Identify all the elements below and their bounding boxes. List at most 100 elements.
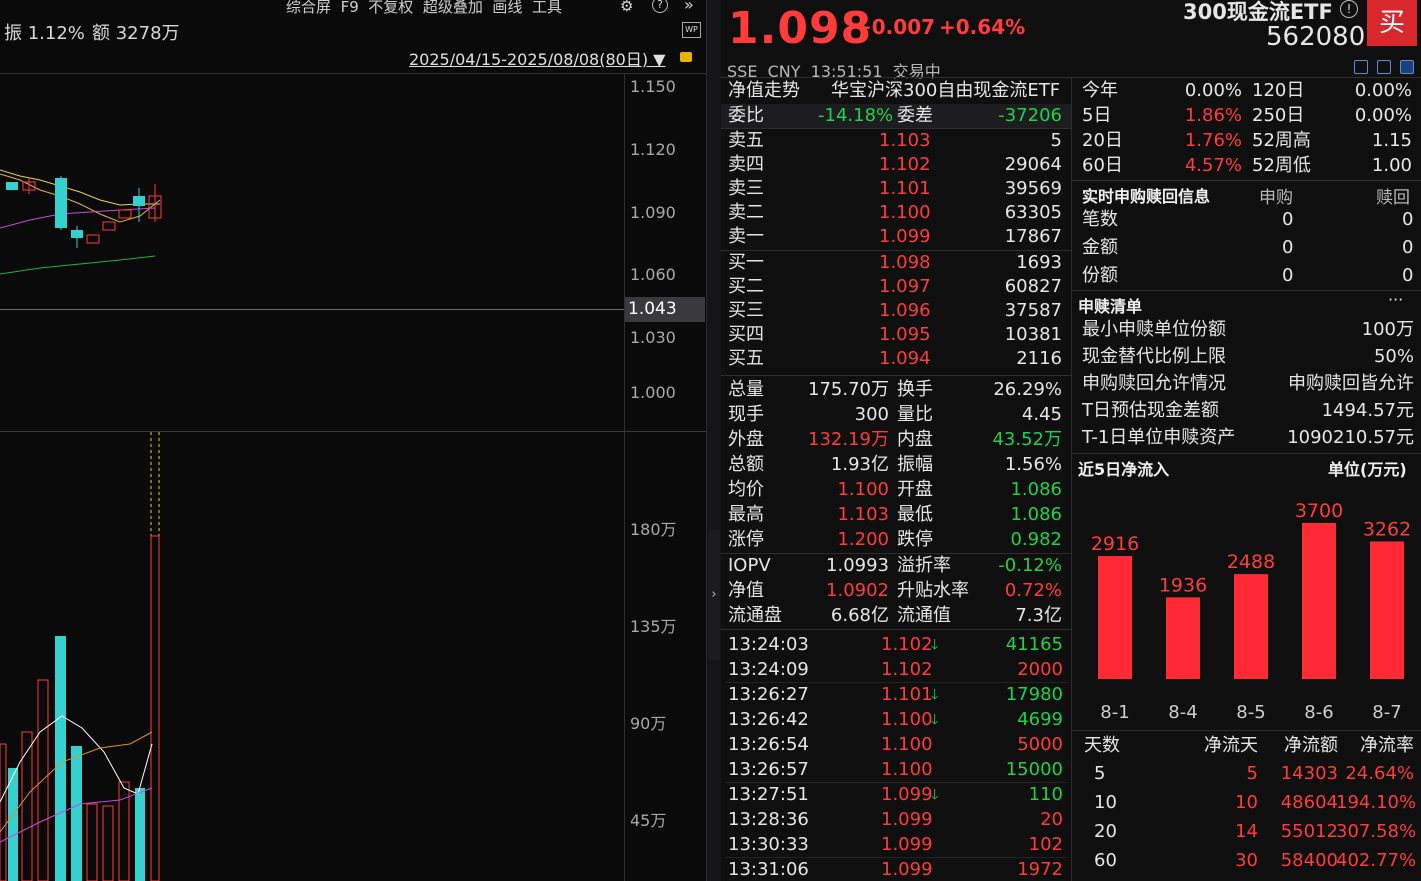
- tick-row[interactable]: 13:26:27 1.101 🡓 17980: [721, 683, 1071, 707]
- pcf-row: 最小申赎单位份额 100万: [1072, 318, 1421, 342]
- stat-row: 最高 1.103 最低 1.086: [721, 503, 1071, 527]
- panel-divider[interactable]: [706, 0, 721, 881]
- flow-cell: 10: [1094, 792, 1117, 813]
- last-price: 1.098: [728, 3, 873, 54]
- stat-value: 6.68亿: [830, 605, 889, 626]
- ask-level-row[interactable]: 卖三 1.101 39569: [721, 177, 1071, 201]
- stat-label: 流通盘: [728, 605, 782, 626]
- ask-level-price: 1.100: [879, 202, 931, 223]
- volume-bar: [150, 535, 160, 881]
- tick-row[interactable]: 13:24:09 1.102 2000: [721, 658, 1071, 682]
- bid-level-row[interactable]: 买三 1.096 37587: [721, 299, 1071, 323]
- volume-bar: [102, 805, 114, 881]
- creation-red-value: 0: [1402, 209, 1414, 230]
- expand-right-icon[interactable]: »: [684, 0, 694, 14]
- down-arrow-icon: 🡓: [931, 687, 939, 703]
- creation-row: 份额 0 0: [1072, 264, 1421, 288]
- stat-label: 溢折率: [897, 555, 951, 576]
- nav-trend-row[interactable]: 净值走势 华宝沪深300自由现金流ETF: [728, 79, 1064, 103]
- candle: [133, 196, 145, 206]
- flow-cell: 55012: [1280, 821, 1338, 842]
- volume-plot[interactable]: [0, 432, 624, 881]
- stat-label: 量比: [897, 404, 933, 425]
- more-button[interactable]: ···: [1388, 290, 1403, 309]
- bid-level-row[interactable]: 买二 1.097 60827: [721, 275, 1071, 299]
- help-icon[interactable]: ?: [652, 0, 668, 13]
- tick-price: 1.102: [881, 659, 933, 680]
- tick-time: 13:24:09: [728, 659, 809, 680]
- tick-price: 1.100: [881, 759, 933, 780]
- stat-value: -0.12%: [998, 555, 1062, 576]
- weicha-label: 委差: [897, 105, 933, 126]
- creation-col-redeem: 赎回: [1376, 188, 1410, 208]
- tick-time: 13:26:27: [728, 684, 809, 705]
- nav-trend-label[interactable]: 净值走势: [728, 79, 800, 103]
- tick-row[interactable]: 13:27:51 1.099 🡓 110: [721, 783, 1071, 807]
- stat-label: 净值: [728, 580, 764, 601]
- ask-level-price: 1.103: [879, 130, 931, 151]
- ask-level-row[interactable]: 卖二 1.100 63305: [721, 201, 1071, 225]
- perf-value: 1.15: [1371, 130, 1412, 151]
- perf-label: 250日: [1252, 105, 1305, 126]
- pcf-value: 100万: [1361, 319, 1414, 340]
- tick-row[interactable]: 13:28:36 1.099 20: [721, 808, 1071, 832]
- tick-price: 1.100: [881, 709, 933, 730]
- creation-sub-value: 0: [1282, 209, 1294, 230]
- flow-cell: 10: [1235, 792, 1258, 813]
- alert-icon[interactable]: [1377, 60, 1391, 74]
- perf-value: 1.86%: [1184, 105, 1242, 126]
- add-icon[interactable]: [1400, 60, 1414, 74]
- tick-row[interactable]: 13:30:33 1.099 102: [721, 833, 1071, 857]
- bid-level-volume: 37587: [1004, 300, 1062, 321]
- price-tick: 1.030: [630, 328, 676, 347]
- ask-level-row[interactable]: 卖一 1.099 17867: [721, 225, 1071, 249]
- down-arrow-icon: 🡓: [931, 787, 939, 803]
- inflow-bar: [1166, 597, 1200, 679]
- performance-row: 20日 1.76% 52周高 1.15: [1072, 129, 1421, 153]
- kline-chart-panel[interactable]: 综合屏 F9 不复权 超级叠加 画线 工具 ⚙ ? » WP 振 1.12% 额…: [0, 0, 706, 881]
- candle: [6, 182, 18, 190]
- tick-row[interactable]: 13:26:42 1.100 🡓 4699: [721, 708, 1071, 732]
- tick-row[interactable]: 13:26:57 1.100 15000: [721, 758, 1071, 782]
- tick-row[interactable]: 13:31:06 1.099 1972: [721, 858, 1071, 881]
- stat-row: 总额 1.93亿 振幅 1.56%: [721, 453, 1071, 477]
- ask-level-label: 卖二: [728, 202, 764, 223]
- axis-divider: [624, 74, 625, 881]
- candlestick-plot[interactable]: [0, 0, 624, 431]
- inflow-data-label: 2488: [1227, 551, 1275, 573]
- flow-cell: 5: [1246, 763, 1258, 784]
- bid-level-volume: 10381: [1004, 324, 1062, 345]
- volume-tick: 135万: [630, 617, 677, 636]
- stat-label: 均价: [728, 479, 764, 500]
- ask-level-label: 卖三: [728, 178, 764, 199]
- bid-level-row[interactable]: 买五 1.094 2116: [721, 347, 1071, 371]
- bid-level-row[interactable]: 买四 1.095 10381: [721, 323, 1071, 347]
- volume-tick: 45万: [630, 811, 667, 830]
- inflow-bar: [1234, 574, 1268, 679]
- lock-icon[interactable]: [680, 52, 692, 62]
- tick-time: 13:24:03: [728, 634, 809, 655]
- ask-level-row[interactable]: 卖四 1.102 29064: [721, 153, 1071, 177]
- tick-row[interactable]: 13:26:54 1.100 5000: [721, 733, 1071, 757]
- perf-label: 5日: [1082, 105, 1112, 126]
- tick-row[interactable]: 13:24:03 1.102 🡓 41165: [721, 633, 1071, 657]
- info-icon[interactable]: !: [1340, 0, 1358, 18]
- ask-level-label: 卖五: [728, 130, 764, 151]
- price-tick: 1.150: [630, 77, 676, 96]
- inflow-bar: [1370, 541, 1404, 679]
- pcf-label: 申购赎回允许情况: [1082, 373, 1226, 394]
- stat-label: 总额: [728, 454, 764, 475]
- edit-icon[interactable]: [1354, 60, 1368, 74]
- bid-level-row[interactable]: 买一 1.098 1693: [721, 251, 1071, 275]
- collapse-panel-button[interactable]: ›: [708, 530, 720, 660]
- stat-row: 流通盘 6.68亿 流通值 7.3亿: [721, 604, 1071, 628]
- wp-icon[interactable]: WP: [682, 22, 701, 38]
- price-tick: 1.000: [630, 383, 676, 402]
- bid-level-price: 1.096: [879, 300, 931, 321]
- ask-level-row[interactable]: 卖五 1.103 5: [721, 129, 1071, 153]
- bid-level-price: 1.094: [879, 348, 931, 369]
- stat-value: 1.200: [837, 529, 889, 550]
- tick-time: 13:26:54: [728, 734, 809, 755]
- price-tick: 1.120: [630, 140, 676, 159]
- buy-button[interactable]: 买: [1367, 0, 1417, 46]
